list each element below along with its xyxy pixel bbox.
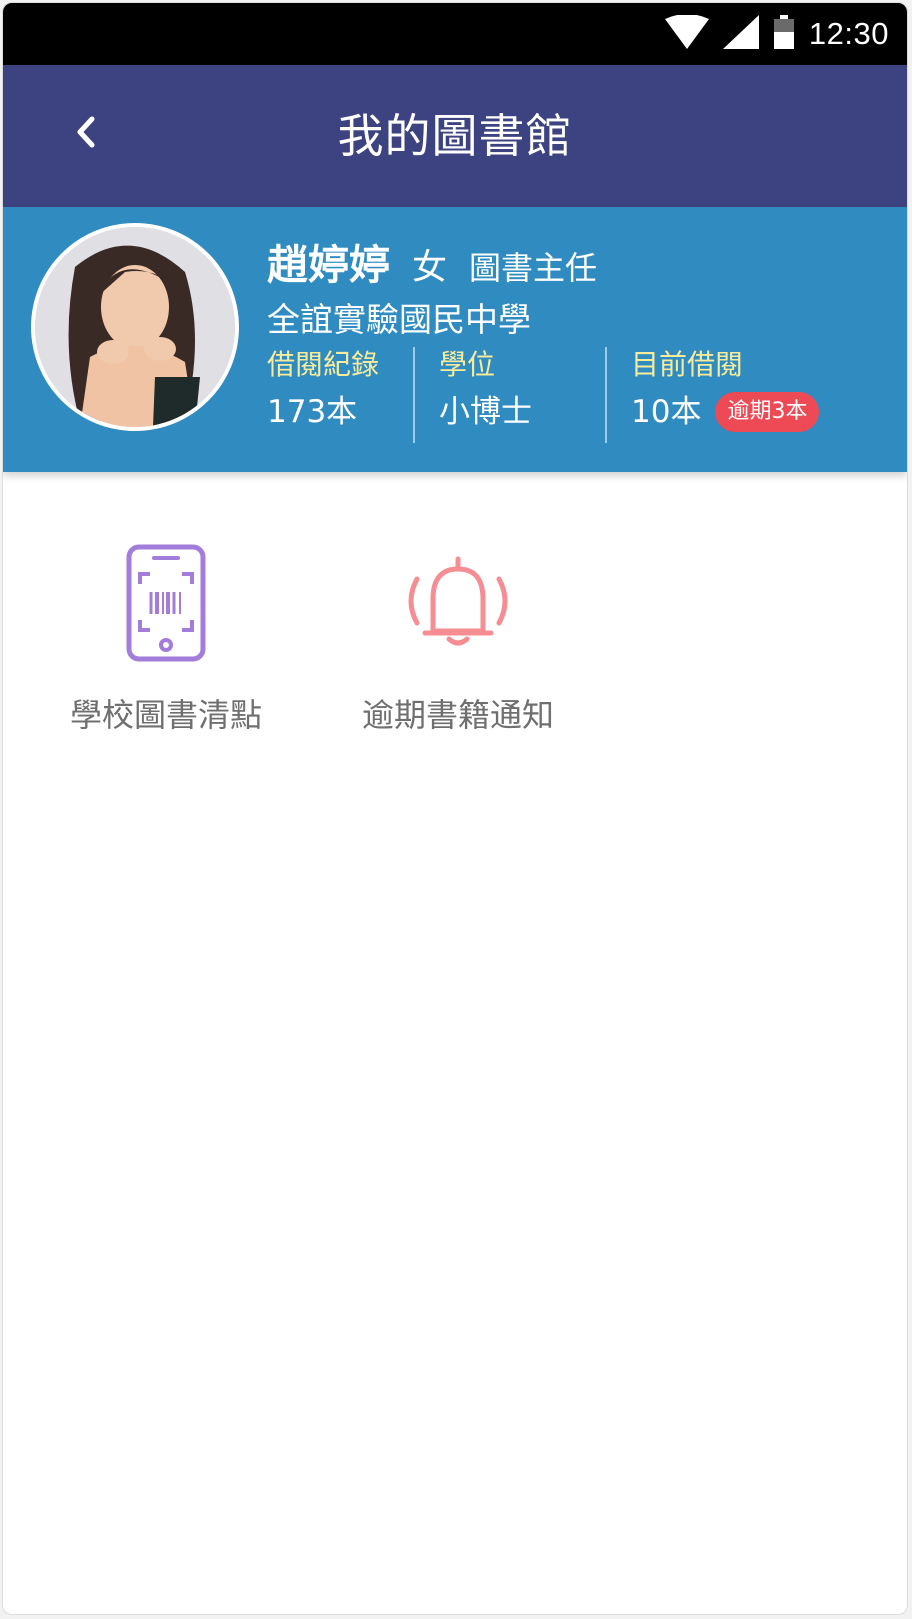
page-title: 我的圖書館 [337,109,573,163]
user-gender: 女 [412,248,448,288]
battery-icon [773,15,795,53]
stat-current-borrow[interactable]: 目前借閱 10本 逾期3本 [607,345,891,445]
signal-icon [722,15,759,53]
chevron-left-icon [74,115,98,153]
feature-inventory-button[interactable]: 學校圖書清點 [41,538,291,736]
avatar-photo [35,227,235,427]
wifi-icon [664,14,709,53]
name-row: 趙婷婷 女 圖書主任 [267,231,597,291]
status-icons: 12:30 [664,3,889,65]
feature-overdue-notice-button[interactable]: 逾期書籍通知 [333,538,583,736]
status-time: 12:30 [808,16,889,51]
stat-degree[interactable]: 學位 小博士 [415,345,605,445]
feature-label: 逾期書籍通知 [361,696,554,734]
stat-borrow-records[interactable]: 借閱紀錄 173本 [267,345,413,445]
stat-label: 目前借閱 [631,348,744,381]
avatar[interactable] [31,223,239,431]
stat-value-row: 10本 逾期3本 [631,387,891,437]
status-bar: 12:30 [3,3,907,65]
user-name: 趙婷婷 [267,241,390,289]
back-button[interactable] [61,109,111,159]
stats-row: 借閱紀錄 173本 學位 小博士 目前借閱 10本 逾期3本 [267,345,891,445]
overdue-badge[interactable]: 逾期3本 [715,392,820,432]
stat-value: 10本 [631,394,702,430]
app-bar: 我的圖書館 [3,65,907,207]
bell-icon [393,538,523,668]
feature-label: 學校圖書清點 [69,696,262,734]
school-name: 全誼實驗國民中學 [267,300,531,339]
user-role: 圖書主任 [469,249,598,287]
phone-screen: 12:30 我的圖書館 趙婷婷 女 圖書主任 全誼實驗國民中學 借閱紀錄 173… [2,2,908,1615]
stat-label: 學位 [439,348,496,381]
stat-label: 借閱紀錄 [267,348,380,381]
barcode-phone-icon [101,538,231,668]
stat-value: 小博士 [439,394,532,430]
profile-card: 趙婷婷 女 圖書主任 全誼實驗國民中學 借閱紀錄 173本 學位 小博士 目前借… [3,207,907,472]
stat-value: 173本 [267,394,358,430]
